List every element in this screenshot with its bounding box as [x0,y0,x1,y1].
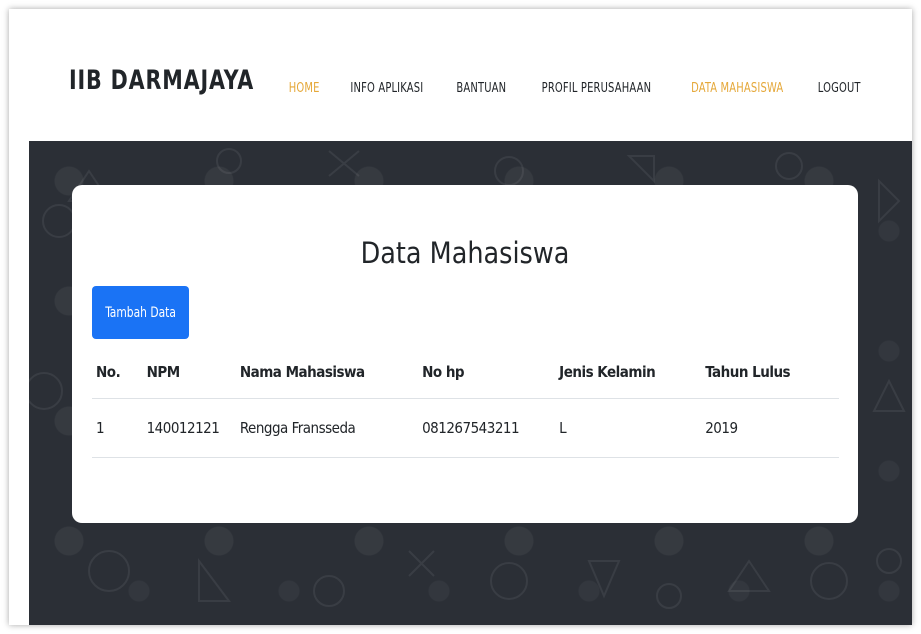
tambah-data-button[interactable]: Tambah Data [92,286,189,339]
cell-jenis-kelamin: L [555,398,702,458]
cell-npm: 140012121 [142,398,236,458]
cell-nama-mahasiswa: Rengga Fransseda [235,398,419,458]
header-jenis-kelamin: Jenis Kelamin [555,346,702,399]
header-npm: NPM [142,346,236,399]
brand-logo[interactable]: IIB DARMAJAYA [69,65,254,96]
cell-tahun-lulus: 2019 [701,398,839,458]
cell-no: 1 [92,398,143,458]
nav-item-logout[interactable]: LOGOUT [817,81,860,96]
header-nama-mahasiswa: Nama Mahasiswa [235,346,419,399]
cell-no-hp: 081267543211 [418,398,556,458]
hero-background: Data Mahasiswa Tambah Data No. NPM Nama … [29,141,912,625]
nav-item-info-aplikasi[interactable]: INFO APLIKASI [350,81,423,96]
nav-menu: HOME INFO APLIKASI BANTUAN PROFIL PERUSA… [286,81,864,96]
table-header-row: No. NPM Nama Mahasiswa No hp Jenis Kelam… [92,346,839,399]
nav-item-bantuan[interactable]: BANTUAN [456,81,506,96]
header-no-hp: No hp [418,346,556,399]
mahasiswa-table: No. NPM Nama Mahasiswa No hp Jenis Kelam… [92,346,839,458]
browser-viewport: IIB DARMAJAYA HOME INFO APLIKASI BANTUAN… [9,9,912,625]
table-row: 1 140012121 Rengga Fransseda 08126754321… [92,398,839,458]
navbar: IIB DARMAJAYA HOME INFO APLIKASI BANTUAN… [9,9,912,141]
page-title: Data Mahasiswa [360,236,570,270]
header-no: No. [92,346,143,399]
tambah-data-label: Tambah Data [105,304,176,321]
header-tahun-lulus: Tahun Lulus [701,346,839,399]
data-card: Data Mahasiswa Tambah Data No. NPM Nama … [72,185,858,523]
nav-item-home[interactable]: HOME [288,81,319,96]
nav-item-profil-perusahaan[interactable]: PROFIL PERUSAHAAN [542,81,652,96]
nav-item-data-mahasiswa[interactable]: DATA MAHASISWA [691,81,783,96]
